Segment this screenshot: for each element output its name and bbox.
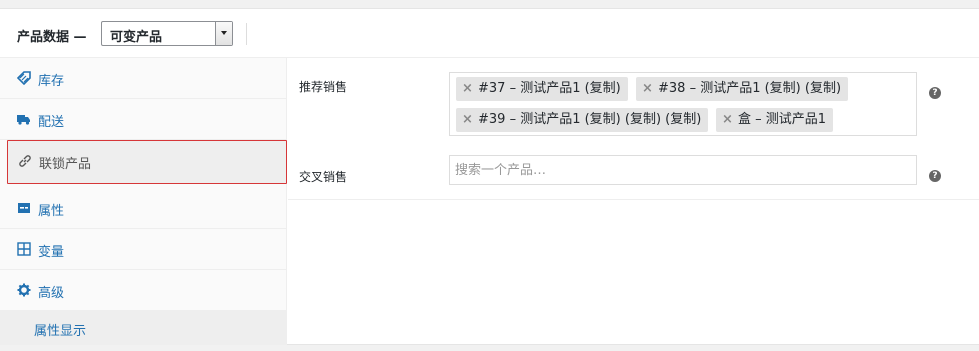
tab-attribute-display[interactable]: 属性显示 [0, 311, 287, 345]
upsells-label: 推荐销售 [299, 80, 348, 94]
header-divider [246, 23, 247, 45]
chevron-down-icon[interactable] [215, 22, 232, 45]
tab-label: 高级 [38, 286, 65, 301]
panel-title: 产品数据 — [17, 30, 87, 45]
chip-label: #38 – 测试产品1 (复制) (复制) [658, 81, 842, 96]
remove-icon[interactable]: × [642, 77, 653, 101]
tab-label: 配送 [38, 115, 65, 130]
subtab-label: 属性显示 [34, 324, 87, 339]
product-data-panel: 产品数据 — 可变产品 库存 配送 联锁产品 属性 变量 高级 属性显示 推荐销… [0, 8, 979, 345]
crosssells-search-input[interactable] [449, 155, 917, 185]
inventory-tag-icon [16, 71, 31, 86]
product-type-value: 可变产品 [110, 30, 163, 45]
remove-icon[interactable]: × [722, 108, 733, 132]
tab-shipping[interactable]: 配送 [0, 99, 287, 140]
tab-label: 库存 [38, 74, 65, 89]
tab-variations[interactable]: 变量 [0, 229, 287, 270]
tab-attributes[interactable]: 属性 [0, 188, 287, 229]
chip-label: #37 – 测试产品1 (复制) [478, 81, 621, 96]
product-type-select[interactable]: 可变产品 [101, 21, 233, 46]
help-icon[interactable]: ? [929, 170, 941, 182]
link-icon [18, 154, 32, 168]
tab-label: 变量 [38, 245, 65, 260]
tab-label: 联锁产品 [39, 157, 92, 172]
chip-label: 盒 – 测试产品1 [738, 112, 827, 127]
gear-icon [17, 283, 31, 297]
help-icon[interactable]: ? [929, 87, 941, 99]
selected-product-chip: × 盒 – 测试产品1 [716, 108, 834, 132]
remove-icon[interactable]: × [462, 108, 473, 132]
grid-icon [17, 242, 31, 256]
tab-linked-products[interactable]: 联锁产品 [7, 140, 287, 184]
tab-inventory[interactable]: 库存 [0, 58, 287, 99]
panel-header: 产品数据 — 可变产品 [0, 9, 979, 58]
linked-products-panel: 推荐销售 × #37 – 测试产品1 (复制) × #38 – 测试产品1 (复… [288, 58, 979, 200]
truck-icon [17, 112, 31, 126]
attributes-icon [17, 201, 31, 215]
remove-icon[interactable]: × [462, 77, 473, 101]
product-data-tabs: 库存 配送 联锁产品 属性 变量 高级 属性显示 [0, 58, 287, 345]
tab-advanced[interactable]: 高级 [0, 270, 287, 311]
tab-label: 属性 [38, 204, 65, 219]
upsells-select[interactable]: × #37 – 测试产品1 (复制) × #38 – 测试产品1 (复制) (复… [449, 72, 917, 136]
selected-product-chip: × #38 – 测试产品1 (复制) (复制) [636, 77, 849, 101]
crosssells-label: 交叉销售 [299, 170, 348, 184]
selected-product-chip: × #37 – 测试产品1 (复制) [456, 77, 628, 101]
selected-product-chip: × #39 – 测试产品1 (复制) (复制) (复制) [456, 108, 709, 132]
chip-label: #39 – 测试产品1 (复制) (复制) (复制) [478, 112, 702, 127]
